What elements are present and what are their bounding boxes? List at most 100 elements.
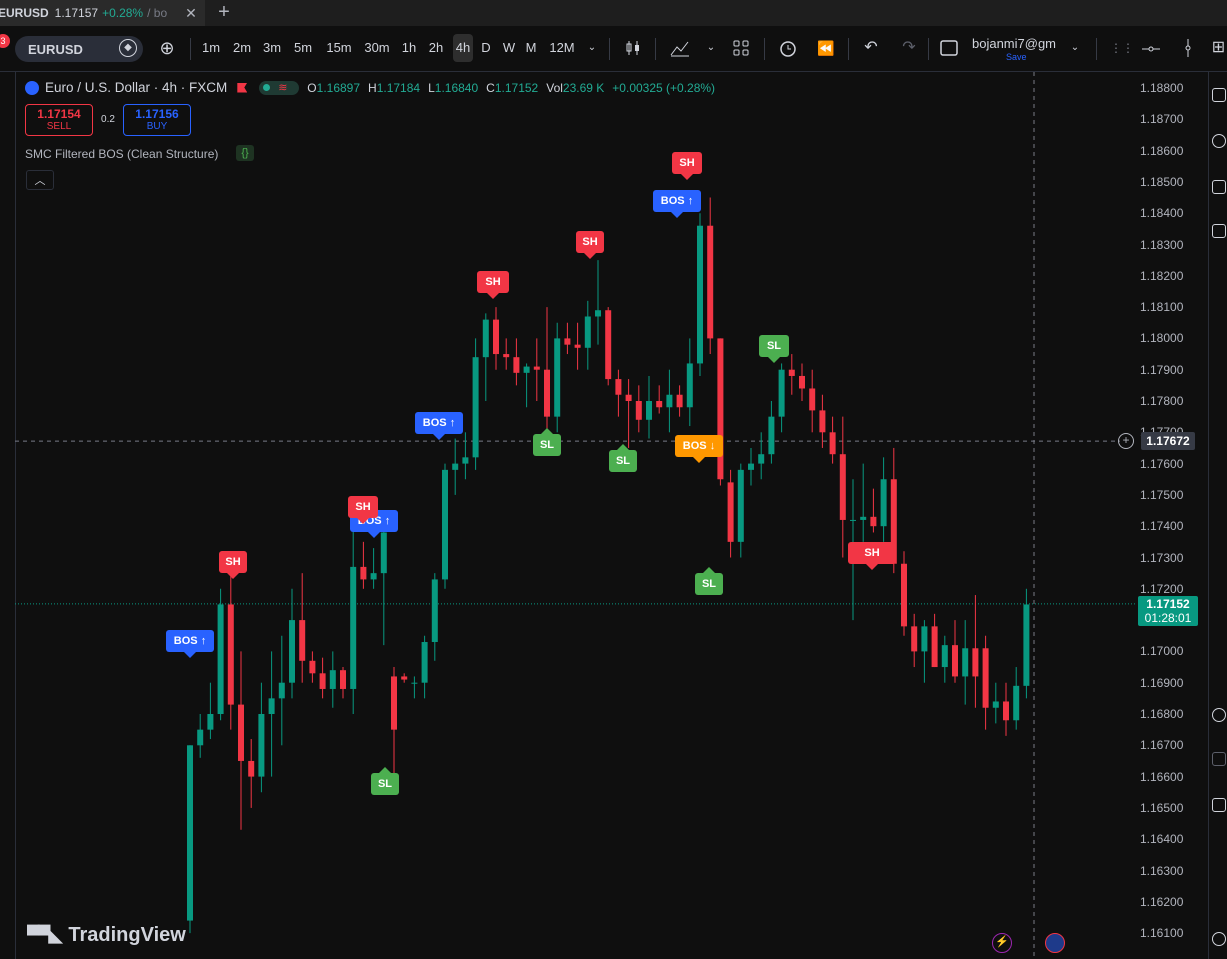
interval-30m[interactable]: 30m <box>363 34 391 62</box>
candle-body <box>482 319 489 358</box>
price-chart[interactable] <box>15 72 1208 959</box>
market-status-icon[interactable]: ≋ <box>259 80 300 95</box>
volume-label: Vol <box>546 80 563 95</box>
candle-body <box>829 432 836 455</box>
tab-close-icon[interactable]: ✕ <box>180 0 202 26</box>
symbol-search-button[interactable]: EURUSD ◆ <box>15 36 143 62</box>
pencil-icon[interactable] <box>1212 752 1226 766</box>
undo-icon[interactable]: ↶ <box>860 34 882 62</box>
crosshair-tool-icon[interactable]: ⊞ <box>1210 34 1227 62</box>
indicator-source-icon[interactable]: {} <box>236 145 254 161</box>
interval-w[interactable]: W <box>501 34 517 62</box>
candle-body <box>972 648 979 677</box>
interval-2h[interactable]: 2h <box>427 34 445 62</box>
save-dropdown-icon[interactable]: ⌄ <box>1068 34 1082 62</box>
indicator-name[interactable]: SMC Filtered BOS (Clean Structure) <box>25 147 218 161</box>
toolbar-divider <box>655 38 656 60</box>
price-tick: 1.18500 <box>1140 174 1184 189</box>
candle-body <box>350 566 357 689</box>
redo-icon[interactable]: ↷ <box>898 34 920 62</box>
candle-body <box>401 676 408 680</box>
candle-body <box>809 388 816 411</box>
interval-15m[interactable]: 15m <box>325 34 353 62</box>
candle-body <box>431 579 438 643</box>
price-tick: 1.16300 <box>1140 863 1184 878</box>
target-icon[interactable] <box>1212 708 1226 722</box>
price-tick: 1.16900 <box>1140 675 1184 690</box>
tradingview-logo[interactable]: ▀▀◣ TradingView <box>27 924 186 947</box>
interval-4h[interactable]: 4h <box>453 34 473 62</box>
interval-12m[interactable]: 12M <box>548 34 576 62</box>
indicators-dropdown-icon[interactable]: ⌄ <box>704 34 718 62</box>
interval-3m[interactable]: 3m <box>262 34 282 62</box>
candle-style-icon[interactable] <box>622 34 644 62</box>
candle-body <box>768 416 775 455</box>
candle-body <box>268 698 275 714</box>
interval-1m[interactable]: 1m <box>201 34 221 62</box>
sell-label: SELL <box>46 121 72 132</box>
low-value: 1.16840 <box>434 80 479 95</box>
watchlist-icon[interactable] <box>1212 88 1226 102</box>
replay-icon[interactable]: ⏪ <box>815 34 837 62</box>
globe-icon[interactable] <box>1045 933 1065 953</box>
interval-m[interactable]: M <box>524 34 538 62</box>
buy-button[interactable]: 1.17156 BUY <box>123 104 191 136</box>
candle-body <box>992 701 999 708</box>
smc-label-sh: SH <box>672 152 702 180</box>
candle-body <box>309 660 316 674</box>
interval-dropdown-icon[interactable]: ⌄ <box>585 34 599 62</box>
smc-label-sh: SH <box>348 496 378 524</box>
add-alert-icon[interactable]: + <box>1118 433 1134 449</box>
tab-change: +0.28% <box>102 6 144 20</box>
layout-grid-icon[interactable] <box>730 34 752 62</box>
flag-icon[interactable] <box>237 82 248 93</box>
signal-icon[interactable] <box>1212 840 1226 854</box>
price-tick: 1.18200 <box>1140 268 1184 283</box>
interval-2m[interactable]: 2m <box>231 34 253 62</box>
layers-icon[interactable] <box>1212 180 1226 194</box>
buy-label: BUY <box>146 121 168 132</box>
calendar-icon[interactable] <box>1212 798 1226 812</box>
candle-body <box>686 363 693 408</box>
candle-body <box>748 463 754 470</box>
save-button[interactable]: Save <box>1006 52 1027 62</box>
chat-icon[interactable] <box>1212 224 1226 238</box>
candle-body <box>819 410 826 433</box>
drag-handle-icon[interactable]: ⋮⋮ <box>1110 34 1134 62</box>
collapse-legend-icon[interactable]: ︿ <box>26 170 54 190</box>
price-tick: 1.17200 <box>1140 581 1184 596</box>
low-label: L <box>428 80 435 95</box>
help-icon[interactable] <box>1212 932 1226 946</box>
tv-logo-icon: ▀▀◣ <box>27 925 62 945</box>
menu-icon[interactable] <box>1212 886 1226 900</box>
sell-button[interactable]: 1.17154 SELL <box>25 104 93 136</box>
new-tab-icon[interactable]: + <box>213 0 235 26</box>
smc-label-bos: BOS ↑ <box>653 190 701 218</box>
fullscreen-icon[interactable] <box>938 34 960 62</box>
chart-tab[interactable]: EURUSD 1.17157 +0.28% / bo ✕ <box>0 0 205 26</box>
compare-symbol-icon[interactable]: ◆ <box>119 39 137 57</box>
price-tick: 1.18800 <box>1140 81 1184 95</box>
lightning-icon[interactable]: ⚡ <box>992 933 1012 953</box>
candle-body <box>941 645 948 668</box>
candle-body <box>707 225 714 339</box>
interval-d[interactable]: D <box>480 34 492 62</box>
alert-clock-icon[interactable] <box>776 34 800 62</box>
candle-body <box>197 729 204 746</box>
interval-1h[interactable]: 1h <box>400 34 418 62</box>
smc-label-bosd: BOS ↓ <box>675 435 723 463</box>
candle-body <box>911 626 918 652</box>
user-account[interactable]: bojanmi7@gm <box>972 36 1056 51</box>
candle-body <box>411 682 418 684</box>
open-label: O <box>307 80 317 95</box>
vertical-line-icon[interactable] <box>1178 34 1198 62</box>
bar-countdown: 01:28:01 <box>1144 611 1192 625</box>
smc-label-sl: SL <box>759 335 789 363</box>
interval-5m[interactable]: 5m <box>293 34 313 62</box>
candle-body <box>860 516 867 520</box>
indicators-icon[interactable] <box>668 34 692 62</box>
alerts-icon[interactable] <box>1212 134 1226 148</box>
candle-body <box>533 366 540 370</box>
add-symbol-icon[interactable]: ⊕ <box>157 34 177 62</box>
horizontal-line-icon[interactable] <box>1140 34 1162 62</box>
